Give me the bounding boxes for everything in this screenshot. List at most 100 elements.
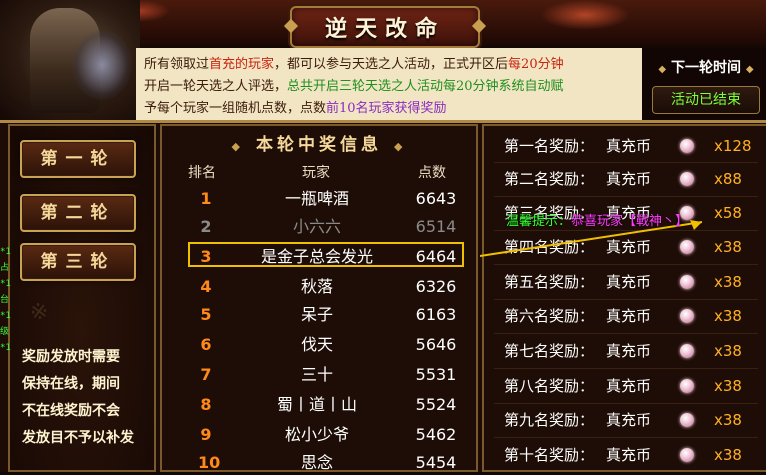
diamond-icon: ◆ [745,64,754,75]
rank-number: 3 [200,247,212,266]
reward-amount: x58 [714,204,742,222]
rank-number: 9 [200,425,212,444]
ranking-column-headers: 排名 玩家 点数 [162,162,476,182]
side-tag-line: 级*1 [0,327,11,353]
desc-text: 开启一轮天选之人评选， [144,79,288,94]
player-points: 6464 [415,247,457,266]
reward-label: 第八名奖励： [504,377,595,395]
reward-currency: 真充币 [606,170,652,188]
diamond-icon: ◆ [658,64,667,75]
player-points: 5531 [415,365,457,384]
diamond-icon: ◆ [394,140,407,153]
ranking-header: ◆ 本轮中奖信息 ◆ [162,132,476,158]
ranking-row-current-player: 3 是金子总会发光 6464 [188,242,464,267]
rank-number: 4 [200,277,212,296]
note-line: 保持在线，期间 [22,376,120,392]
player-name: 伐天 [300,335,333,354]
side-tag-line: 台*1 [0,295,11,321]
reward-currency: 真充币 [606,446,652,464]
hero-portrait [0,0,140,120]
player-name: 呆子 [300,305,333,324]
currency-gem-icon [680,309,694,323]
hero-wing-decoration [72,30,132,100]
rank-number: 10 [198,453,221,472]
reward-row: 第七名奖励： 真充币 x38 [484,335,766,368]
reward-row: 第二名奖励： 真充币 x88 [484,163,766,196]
rank-number: 5 [200,305,212,324]
description-panel: 所有领取过首充的玩家，都可以参与天选之人活动，正式开区后每20分钟 开启一轮天选… [136,48,642,120]
player-points: 6326 [415,277,457,296]
currency-gem-icon [680,448,694,462]
reward-amount: x38 [714,377,742,395]
reward-row: 第十名奖励： 真充币 x38 [484,439,766,472]
reward-row: 第五名奖励： 真充币 x38 [484,266,766,299]
reward-amount: x38 [714,411,742,429]
player-name: 一瓶啤酒 [284,189,349,208]
timer-panel: ◆ 下一轮时间 ◆ 活动已结束 [642,48,766,120]
rank-number: 6 [200,335,212,354]
currency-gem-icon [680,344,694,358]
player-points: 5646 [415,335,457,354]
player-name: 思念 [300,453,333,472]
reward-row: 第九名奖励： 真充币 x38 [484,404,766,437]
round-2-button[interactable]: 第二轮 [20,194,136,232]
reward-label: 第九名奖励： [504,411,595,429]
reward-currency: 真充币 [606,377,652,395]
reward-amount: x38 [714,446,742,464]
ranking-row: 1 一瓶啤酒 6643 [162,186,476,211]
player-name: 秋落 [300,277,333,296]
col-player-header: 玩家 [302,165,330,181]
ranking-row: 9 松小少爷 5462 [162,422,476,447]
reward-row: 第八名奖励： 真充币 x38 [484,370,766,403]
currency-gem-icon [680,139,694,153]
reward-label: 第五名奖励： [504,273,595,291]
player-points: 5462 [415,425,457,444]
reward-amount: x88 [714,170,742,188]
watermark-decoration: ※ [28,298,51,327]
player-name: 小六六 [292,217,341,236]
note-line: 发放目不予以补发 [22,430,134,446]
round-3-button[interactable]: 第三轮 [20,243,136,281]
note-line: 不在线奖励不会 [22,403,120,419]
col-points-header: 点数 [418,165,446,181]
player-points: 6163 [415,305,457,324]
reward-label: 第二名奖励： [504,170,595,188]
player-name: 松小少爷 [284,425,349,444]
player-name: 蜀丨道丨山 [276,395,357,414]
description-line-2: 开启一轮天选之人评选，总共开启三轮天选之人活动每20分钟系统自动赋 [144,76,642,98]
ranking-row: 8 蜀丨道丨山 5524 [162,392,476,417]
reward-currency: 真充币 [606,307,652,325]
currency-gem-icon [680,379,694,393]
reward-label: 第六名奖励： [504,307,595,325]
rank-number: 1 [200,189,212,208]
currency-gem-icon [680,413,694,427]
reward-currency: 真充币 [606,273,652,291]
reward-row: 第六名奖励： 真充币 x38 [484,300,766,333]
next-round-text: 下一轮时间 [671,60,741,76]
side-tag-line: 占*1 [0,263,11,289]
reward-label: 第一名奖励： [504,137,595,155]
currency-gem-icon [680,172,694,186]
reward-currency: 真充币 [606,137,652,155]
activity-ended-button[interactable]: 活动已结束 [652,86,760,114]
player-points: 5454 [415,453,457,472]
player-name: 是金子总会发光 [260,247,373,266]
reward-note: 奖励发放时需要 保持在线，期间 不在线奖励不会 发放目不予以补发 [22,344,152,452]
ranking-title: 本轮中奖信息 [256,135,382,155]
side-chat-tags: *1 占*1 台*1 级*1 [0,244,12,356]
ranking-row: 7 三十 5531 [162,362,476,387]
reward-label: 第十名奖励： [504,446,595,464]
ranking-row: 10 思念 5454 [162,450,476,475]
desc-text: ，都可以参与天选之人活动，正式开区后 [274,57,509,72]
reward-currency: 真充币 [606,342,652,360]
round-1-button[interactable]: 第一轮 [20,140,136,178]
title-plate: 逆天改命 [283,6,487,48]
divider [494,333,758,334]
reward-row: 第一名奖励： 真充币 x128 [484,130,766,163]
player-points: 6643 [415,189,457,208]
player-name: 三十 [300,365,333,384]
desc-highlight: 每20分钟 [508,57,564,72]
divider [494,368,758,369]
reward-amount: x128 [714,137,752,155]
reward-amount: x38 [714,342,742,360]
